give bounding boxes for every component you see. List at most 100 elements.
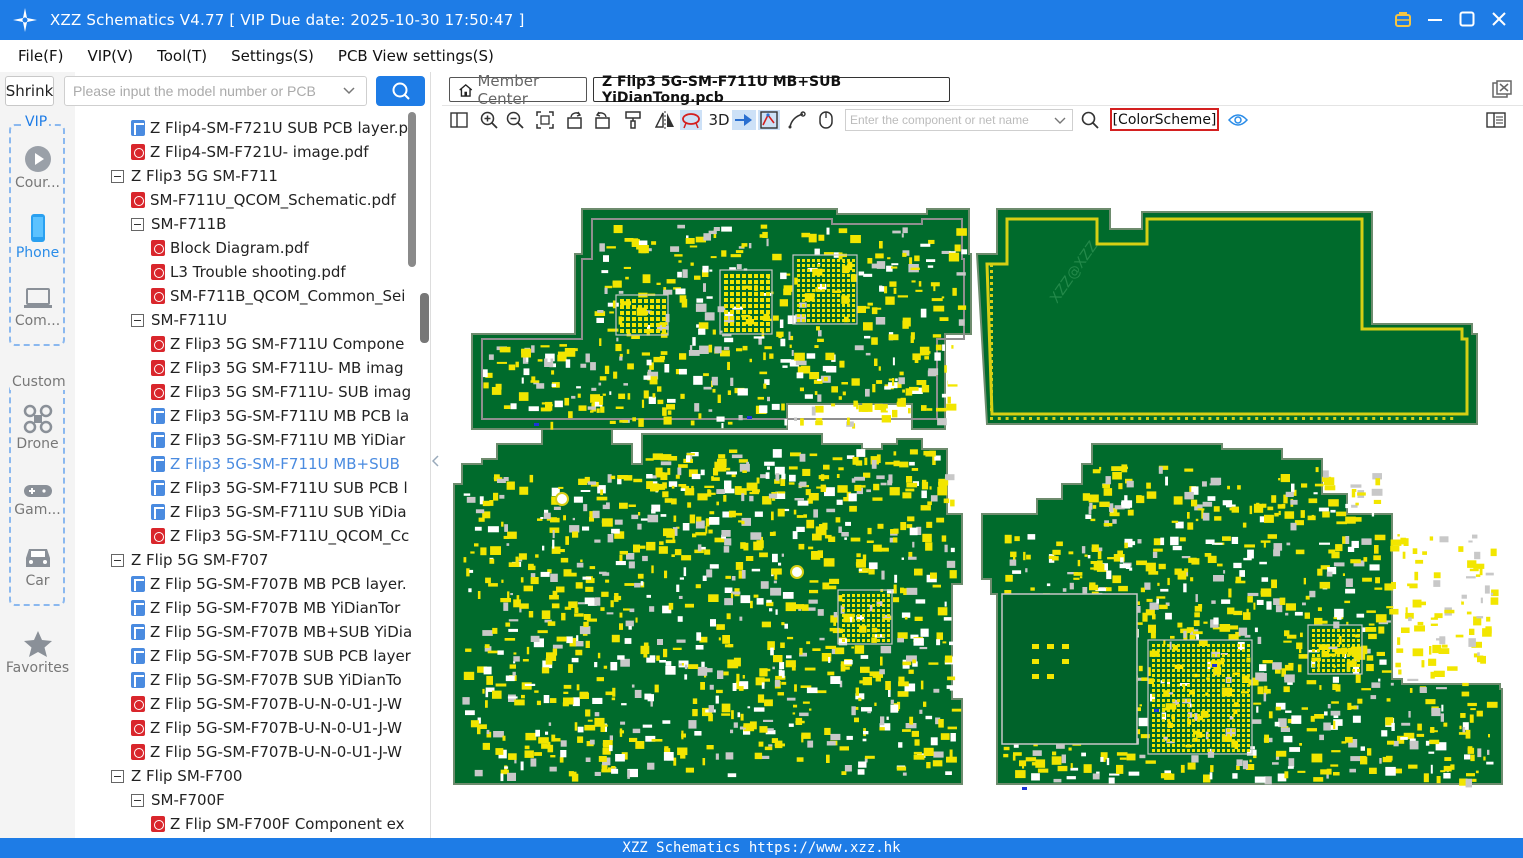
layer-toggle-button[interactable] <box>680 110 702 130</box>
collapse-toggle-icon[interactable] <box>111 769 124 783</box>
pcb-board-view[interactable]: XZZ@XZZ <box>442 134 1523 838</box>
tree-folder[interactable]: Z Flip 5G SM-F707 <box>111 548 268 572</box>
rotate-left-button[interactable] <box>564 110 586 130</box>
component-search-button[interactable] <box>1079 110 1101 130</box>
mirror-button[interactable] <box>654 110 676 130</box>
tree-file[interactable]: Z Flip4-SM-F721U SUB PCB layer.p <box>131 116 408 140</box>
close-button[interactable] <box>1489 8 1509 30</box>
pcb-canvas[interactable]: XZZ@XZZ <box>442 134 1523 838</box>
paint-format-button[interactable] <box>622 110 644 130</box>
tree-file[interactable]: Z Flip3 5G-SM-F711U MB+SUB <box>151 452 400 476</box>
tree-file[interactable]: Z Flip3 5G-SM-F711U SUB YiDia <box>151 500 407 524</box>
model-search-input[interactable] <box>73 83 333 99</box>
tree-file[interactable]: Z Flip 5G-SM-F707B-U-N-0-U1-J-W <box>131 716 402 740</box>
search-button[interactable] <box>376 76 425 106</box>
tree-file[interactable]: Z Flip 5G-SM-F707B MB+SUB YiDia <box>131 620 412 644</box>
tree-file[interactable]: Z Flip 5G-SM-F707B MB PCB layer. <box>131 572 407 596</box>
mirror-icon <box>655 111 674 129</box>
tree-folder[interactable]: SM-F711B <box>131 212 226 236</box>
tab-active-pcb[interactable]: Z Flip3 5G-SM-F711U MB+SUB YiDianTong.pc… <box>593 74 950 106</box>
net-select-button[interactable] <box>732 110 756 130</box>
zoom-in-button[interactable] <box>478 110 500 130</box>
tree-file[interactable]: Z Flip3 5G-SM-F711U SUB PCB l <box>151 476 408 500</box>
tree-item-label: Z Flip 5G-SM-F707B-U-N-0-U1-J-W <box>150 743 402 761</box>
tree-item-label: Z Flip3 5G SM-F711U- SUB imag <box>170 383 412 401</box>
tree-scrollbar[interactable] <box>408 112 416 267</box>
pcb-board-mb-top[interactable] <box>471 208 972 430</box>
tree-file[interactable]: Z Flip 5G-SM-F707B SUB PCB layer <box>131 644 411 668</box>
tree-folder[interactable]: SM-F700F <box>131 788 225 812</box>
minimize-button[interactable] <box>1425 8 1445 30</box>
highlight-button[interactable] <box>758 110 780 130</box>
pcb-file-icon <box>151 432 165 448</box>
tree-folder[interactable]: Z Flip SM-F700 <box>111 764 242 788</box>
menu-file[interactable]: File(F) <box>10 47 71 65</box>
rail-item-computer-label: Com... <box>14 313 61 329</box>
rail-item-phone-label: Phone <box>15 245 60 261</box>
tree-file[interactable]: Z Flip3 5G SM-F711U- SUB imag <box>151 380 411 404</box>
tree-file[interactable]: Z Flip3 5G-SM-F711U MB YiDiar <box>151 428 405 452</box>
menu-vip[interactable]: VIP(V) <box>79 47 141 65</box>
mouse-mode-button[interactable] <box>815 110 837 130</box>
tree-file[interactable]: L3 Trouble shooting.pdf <box>151 260 346 284</box>
shrink-button[interactable]: Shrink <box>5 76 54 106</box>
tree-folder[interactable]: Z Flip3 5G SM-F711 <box>111 164 278 188</box>
tree-file[interactable]: Z Flip 5G-SM-F707B SUB YiDianTo <box>131 668 402 692</box>
tree-file[interactable]: Z Flip 5G-SM-F707B-U-N-0-U1-J-W <box>131 692 402 716</box>
pcb-file-icon <box>131 672 145 688</box>
collapse-arrow-icon[interactable] <box>432 455 440 467</box>
tree-file[interactable]: Block Diagram.pdf <box>151 236 309 260</box>
split-view-button[interactable] <box>448 110 470 130</box>
tree-file[interactable]: SM-F711U_QCOM_Schematic.pdf <box>131 188 396 212</box>
collapse-toggle-icon[interactable] <box>131 217 144 231</box>
side-panel-toggle[interactable] <box>1485 110 1507 130</box>
pcb-board-sub-top[interactable] <box>975 208 1478 425</box>
tab-member-center[interactable]: Member Center <box>449 72 587 108</box>
collapse-toggle-icon[interactable] <box>111 553 124 567</box>
vip-bag-icon[interactable] <box>1393 8 1413 30</box>
rail-item-car[interactable]: Car <box>0 545 75 589</box>
tree-file[interactable]: Z Flip SM-F700F Component ex <box>151 812 405 836</box>
maximize-button[interactable] <box>1457 8 1477 30</box>
tree-file[interactable]: Z Flip 5G-SM-F707B-U-N-0-U1-J-W <box>131 740 402 764</box>
collapse-toggle-icon[interactable] <box>131 313 144 327</box>
tree-file[interactable]: Z Flip3 5G SM-F711U- MB imag <box>151 356 404 380</box>
menu-settings[interactable]: Settings(S) <box>223 47 322 65</box>
chevron-down-icon[interactable] <box>1054 115 1066 127</box>
view-3d-button[interactable]: 3D <box>706 110 732 130</box>
visibility-button[interactable] <box>1227 110 1249 130</box>
trace-button[interactable] <box>786 110 808 130</box>
component-search-input[interactable] <box>850 113 1050 127</box>
rail-item-favorites[interactable]: Favorites <box>0 630 75 676</box>
tree-folder[interactable]: SM-F711U <box>131 308 227 332</box>
menu-pcb-view-settings[interactable]: PCB View settings(S) <box>330 47 502 65</box>
drone-icon <box>23 404 52 434</box>
tree-file[interactable]: Z Flip3 5G SM-F711U Compone <box>151 332 404 356</box>
collapse-toggle-icon[interactable] <box>131 793 144 807</box>
eye-icon <box>1228 114 1248 126</box>
collapse-toggle-icon[interactable] <box>111 169 124 183</box>
panel-scrollbar[interactable] <box>420 293 429 343</box>
highlight-icon <box>760 111 778 129</box>
rail-item-computer[interactable]: Com... <box>0 287 75 329</box>
rail-item-game[interactable]: Gam... <box>0 482 75 518</box>
close-all-tabs-icon[interactable] <box>1492 80 1512 98</box>
tree-item-label: SM-F700F <box>151 791 225 809</box>
tree-file[interactable]: Z Flip 5G-SM-F707B MB YiDianTor <box>131 596 400 620</box>
tree-file[interactable]: Z Flip3 5G-SM-F711U_QCOM_Cc <box>151 524 409 548</box>
zoom-out-button[interactable] <box>504 110 526 130</box>
rail-item-phone[interactable]: Phone <box>0 213 75 261</box>
pdf-file-icon <box>151 816 165 832</box>
tree-file[interactable]: Z Flip4-SM-F721U- image.pdf <box>131 140 369 164</box>
pcb-shield-area <box>1001 593 1138 745</box>
menu-tool[interactable]: Tool(T) <box>149 47 215 65</box>
fit-view-button[interactable] <box>534 110 556 130</box>
color-scheme-button[interactable]: [ColorScheme] <box>1110 108 1219 131</box>
panel-divider[interactable] <box>430 72 442 838</box>
rotate-right-button[interactable] <box>591 110 613 130</box>
rail-item-drone[interactable]: Drone <box>0 404 75 452</box>
tree-file[interactable]: SM-F711B_QCOM_Common_Sei <box>151 284 405 308</box>
chevron-down-icon[interactable] <box>342 84 356 98</box>
rail-item-course[interactable]: Cour... <box>0 145 75 191</box>
tree-file[interactable]: Z Flip3 5G-SM-F711U MB PCB la <box>151 404 409 428</box>
